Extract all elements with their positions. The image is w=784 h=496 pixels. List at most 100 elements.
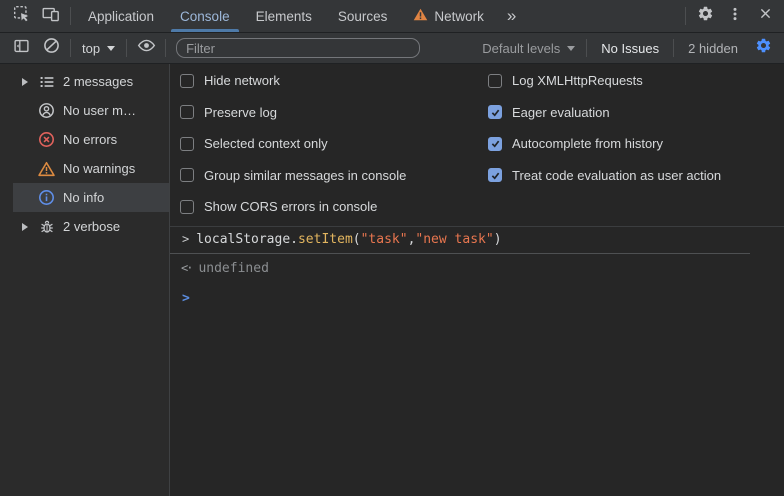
setting-label: Eager evaluation xyxy=(512,105,610,120)
filter-input[interactable] xyxy=(176,38,420,58)
issues-counter[interactable]: No Issues xyxy=(591,33,669,63)
error-icon xyxy=(38,131,55,148)
sidebar-item-label: No errors xyxy=(63,132,117,147)
command-text: localStorage.setItem("task","new task") xyxy=(196,232,501,247)
setting-selected-context-only[interactable]: Selected context only xyxy=(180,128,488,160)
setting-hide-network[interactable]: Hide network xyxy=(180,65,488,97)
setting-preserve-log[interactable]: Preserve log xyxy=(180,97,488,129)
console-result-entry: <· undefined xyxy=(170,254,784,282)
toolbar-divider xyxy=(126,39,127,57)
setting-treat-code-evaluation[interactable]: Treat code evaluation as user action xyxy=(488,160,721,192)
input-chevron-icon: > xyxy=(182,232,189,246)
toolbar-divider xyxy=(685,7,686,25)
console-sidebar: 2 messages No user m… xyxy=(0,64,170,496)
caret-right-icon xyxy=(22,78,28,86)
tab-label: Application xyxy=(88,9,154,24)
tab-elements[interactable]: Elements xyxy=(243,0,325,32)
sidebar-item-user-messages[interactable]: No user m… xyxy=(13,96,169,125)
checkbox[interactable] xyxy=(488,168,502,182)
setting-label: Hide network xyxy=(204,73,280,88)
setting-label: Show CORS errors in console xyxy=(204,199,377,214)
setting-show-cors-errors[interactable]: Show CORS errors in console xyxy=(180,191,488,223)
checkbox[interactable] xyxy=(180,105,194,119)
setting-group-similar[interactable]: Group similar messages in console xyxy=(180,160,488,192)
kebab-menu-icon xyxy=(727,6,743,27)
settings-column-left: Hide network Preserve log Selected conte… xyxy=(180,65,488,223)
eye-icon xyxy=(137,38,156,58)
setting-log-xmlhttprequests[interactable]: Log XMLHttpRequests xyxy=(488,65,721,97)
checkbox[interactable] xyxy=(180,168,194,182)
settings-column-right: Log XMLHttpRequests Eager evaluation Aut… xyxy=(488,65,721,223)
device-toolbar-button[interactable] xyxy=(36,0,66,32)
hidden-messages-counter[interactable]: 2 hidden xyxy=(678,33,748,63)
checkbox[interactable] xyxy=(180,200,194,214)
log-levels-value: Default levels xyxy=(482,41,560,56)
setting-label: Autocomplete from history xyxy=(512,136,663,151)
warning-icon xyxy=(413,8,428,24)
console-main: Hide network Preserve log Selected conte… xyxy=(170,64,784,496)
tab-label: Console xyxy=(180,9,230,24)
close-icon xyxy=(758,6,773,26)
context-selector-value: top xyxy=(82,41,100,56)
checkbox[interactable] xyxy=(488,137,502,151)
console-prompt[interactable]: > xyxy=(170,282,784,306)
inspect-element-button[interactable] xyxy=(6,0,36,32)
tab-console[interactable]: Console xyxy=(167,0,243,32)
setting-label: Selected context only xyxy=(204,136,328,151)
setting-label: Group similar messages in console xyxy=(204,168,406,183)
tab-application[interactable]: Application xyxy=(75,0,167,32)
sidebar-item-label: No warnings xyxy=(63,161,135,176)
prompt-chevron-icon: > xyxy=(182,291,190,306)
sidebar-item-verbose[interactable]: 2 verbose xyxy=(13,212,169,241)
toggle-console-sidebar-button[interactable] xyxy=(6,38,36,59)
devtools-tabbar: Application Console Elements Sources Net… xyxy=(0,0,784,33)
checkbox[interactable] xyxy=(488,105,502,119)
console-settings-pane: Hide network Preserve log Selected conte… xyxy=(170,64,784,227)
tab-label: Network xyxy=(434,9,484,24)
more-tabs-button[interactable]: » xyxy=(497,0,526,32)
return-value-icon: <· xyxy=(181,261,191,275)
toolbar-divider xyxy=(70,39,71,57)
caret-down-icon xyxy=(107,46,115,51)
sidebar-item-warnings[interactable]: No warnings xyxy=(13,154,169,183)
setting-autocomplete-history[interactable]: Autocomplete from history xyxy=(488,128,721,160)
toolbar-divider xyxy=(165,39,166,57)
toolbar-divider xyxy=(586,39,587,57)
message-list-icon xyxy=(38,73,55,90)
log-levels-dropdown[interactable]: Default levels xyxy=(475,33,582,63)
sidebar-item-errors[interactable]: No errors xyxy=(13,125,169,154)
sidebar-item-label: 2 messages xyxy=(63,74,133,89)
gear-icon xyxy=(755,37,772,59)
toolbar-divider xyxy=(70,7,71,25)
close-devtools-button[interactable] xyxy=(750,6,780,26)
main-menu-button[interactable] xyxy=(720,6,750,27)
caret-right-icon xyxy=(22,223,28,231)
console-toolbar: top Default levels No Issues 2 hidden xyxy=(0,33,784,64)
caret-down-icon xyxy=(567,46,575,51)
setting-eager-evaluation[interactable]: Eager evaluation xyxy=(488,97,721,129)
tab-label: Elements xyxy=(256,9,312,24)
tab-network[interactable]: Network xyxy=(400,0,497,32)
setting-label: Log XMLHttpRequests xyxy=(512,73,643,88)
sidebar-item-messages[interactable]: 2 messages xyxy=(13,67,169,96)
live-expression-button[interactable] xyxy=(131,38,161,58)
checkbox[interactable] xyxy=(180,137,194,151)
console-settings-button[interactable] xyxy=(748,37,778,59)
device-toolbar-icon xyxy=(42,6,60,27)
tab-sources[interactable]: Sources xyxy=(325,0,401,32)
gear-icon xyxy=(697,5,714,27)
context-selector-dropdown[interactable]: top xyxy=(75,33,122,63)
sidebar-item-info[interactable]: No info xyxy=(13,183,169,212)
checkbox[interactable] xyxy=(180,74,194,88)
setting-label: Treat code evaluation as user action xyxy=(512,168,721,183)
console-messages: > localStorage.setItem("task","new task"… xyxy=(170,227,784,306)
user-icon xyxy=(38,102,55,119)
checkbox[interactable] xyxy=(488,74,502,88)
panel-left-icon xyxy=(13,38,30,59)
block-icon xyxy=(43,37,60,59)
setting-label: Preserve log xyxy=(204,105,277,120)
info-icon xyxy=(38,189,55,206)
warning-icon xyxy=(38,160,55,177)
settings-button[interactable] xyxy=(690,5,720,27)
clear-console-button[interactable] xyxy=(36,37,66,59)
